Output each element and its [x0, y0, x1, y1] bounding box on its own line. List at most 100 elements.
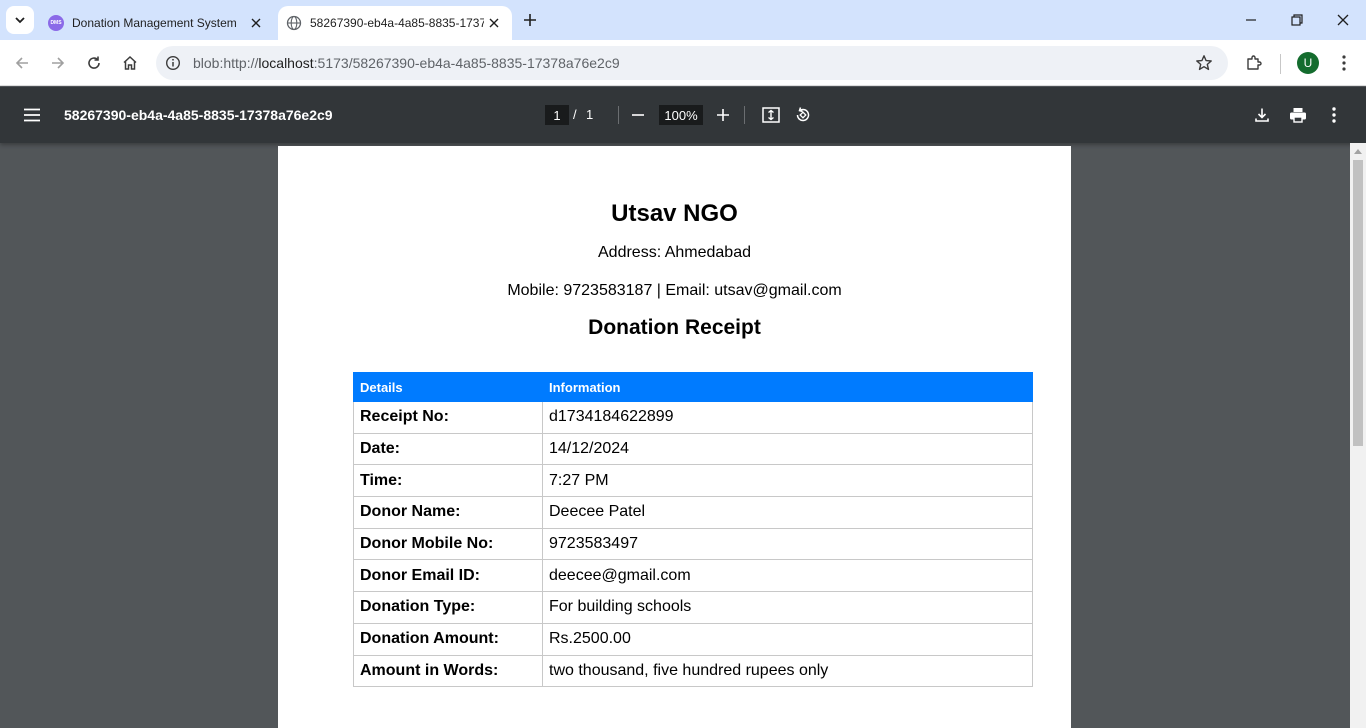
zoom-in-icon: [717, 109, 729, 121]
row-value: Deecee Patel: [542, 496, 1033, 529]
extensions-icon: [1247, 55, 1262, 70]
fit-page-button[interactable]: [757, 101, 785, 129]
scroll-up-arrow-icon: [1354, 149, 1362, 154]
browser-toolbar: blob:http://localhost:5173/58267390-eb4a…: [0, 40, 1366, 86]
scrollbar-thumb[interactable]: [1353, 160, 1363, 446]
row-value: two thousand, five hundred rupees only: [542, 654, 1033, 688]
restore-icon: [1291, 14, 1303, 26]
receipt-title: Donation Receipt: [588, 316, 761, 339]
row-label: Time:: [353, 464, 543, 498]
zoom-in-button[interactable]: [709, 101, 737, 129]
table-row: Receipt No: d1734184622899: [353, 401, 1033, 434]
tab-close-button[interactable]: [484, 13, 504, 33]
organization-contact: Mobile: 9723583187 | Email: utsav@gmail.…: [507, 282, 842, 299]
bookmark-star-icon: [1196, 55, 1212, 71]
fit-page-icon: [762, 107, 780, 123]
reload-icon: [88, 56, 100, 69]
row-value: d1734184622899: [542, 401, 1033, 434]
pdf-page: Utsav NGO Address: Ahmedabad Mobile: 972…: [278, 146, 1071, 728]
dms-favicon-icon: DMS: [48, 15, 64, 31]
restore-button[interactable]: [1274, 0, 1320, 40]
tab-close-button[interactable]: [246, 13, 266, 33]
menu-icon: [24, 108, 40, 122]
site-info-icon: [165, 55, 181, 71]
address-bar[interactable]: blob:http://localhost:5173/58267390-eb4a…: [156, 46, 1228, 80]
tab-title: Donation Management System: [72, 16, 237, 30]
minimize-icon: [1246, 19, 1256, 21]
close-icon: [251, 18, 261, 28]
download-icon: [1255, 108, 1269, 122]
window-close-button[interactable]: [1320, 0, 1366, 40]
pdf-document-title: 58267390-eb4a-4a85-8835-17378a76e2c9: [64, 107, 333, 123]
row-label: Receipt No:: [353, 401, 543, 434]
back-button[interactable]: [6, 47, 38, 79]
row-value: For building schools: [542, 591, 1033, 624]
row-label: Donation Amount:: [353, 622, 543, 656]
forward-icon: [52, 57, 65, 69]
globe-icon: [286, 15, 302, 31]
profile-avatar[interactable]: U: [1297, 52, 1319, 74]
home-icon: [123, 55, 137, 70]
row-label: Date:: [353, 432, 543, 466]
column-header-information: Information: [542, 372, 1033, 402]
back-icon: [15, 57, 28, 69]
vertical-scrollbar[interactable]: [1350, 143, 1366, 728]
table-row: Date: 14/12/2024: [353, 432, 1033, 466]
toolbar-divider: [1280, 54, 1281, 74]
new-tab-icon: [524, 14, 536, 26]
reload-button[interactable]: [78, 47, 110, 79]
new-tab-button[interactable]: [518, 8, 542, 32]
more-vert-icon: [1342, 55, 1346, 71]
print-icon: [1290, 108, 1306, 123]
row-label: Donor Email ID:: [353, 559, 543, 593]
home-button[interactable]: [114, 47, 146, 79]
zoom-level-input[interactable]: 100%: [659, 105, 703, 125]
row-value: 9723583497: [542, 527, 1033, 561]
scroll-up-button[interactable]: [1350, 143, 1366, 159]
row-value: deecee@gmail.com: [542, 559, 1033, 593]
pdf-toolbar-divider: [618, 106, 619, 124]
pdf-more-button[interactable]: [1320, 101, 1348, 129]
organization-address: Address: Ahmedabad: [598, 244, 751, 261]
close-icon: [489, 18, 499, 28]
extensions-button[interactable]: [1238, 47, 1270, 79]
pdf-toolbar-divider: [744, 106, 745, 124]
browser-menu-button[interactable]: [1328, 47, 1360, 79]
tab-donation-management[interactable]: DMS Donation Management System: [40, 6, 274, 40]
row-label: Donor Name:: [353, 496, 543, 529]
zoom-out-button[interactable]: [624, 101, 652, 129]
bookmark-button[interactable]: [1192, 51, 1216, 75]
row-value: 14/12/2024: [542, 432, 1033, 466]
table-row: Donor Email ID: deecee@gmail.com: [353, 559, 1033, 593]
page-number-input[interactable]: 1: [545, 105, 569, 125]
rotate-icon: [796, 107, 810, 122]
download-button[interactable]: [1248, 101, 1276, 129]
column-header-details: Details: [353, 372, 543, 402]
table-row: Donation Amount: Rs.2500.00: [353, 622, 1033, 656]
organization-name: Utsav NGO: [611, 200, 738, 227]
tab-pdf-receipt[interactable]: 58267390-eb4a-4a85-8835-17378a76e2c9: [278, 6, 512, 40]
print-button[interactable]: [1284, 101, 1312, 129]
page-total: 1: [586, 107, 594, 122]
pdf-sidebar-menu-button[interactable]: [18, 101, 46, 129]
site-info-button[interactable]: [160, 50, 186, 76]
window-close-icon: [1337, 14, 1349, 26]
table-row: Amount in Words: two thousand, five hundr…: [353, 654, 1033, 688]
row-label: Donation Type:: [353, 591, 543, 624]
page-separator: /: [573, 107, 577, 122]
url-text: blob:http://localhost:5173/58267390-eb4a…: [193, 55, 620, 71]
tab-search-button[interactable]: [6, 6, 34, 34]
pdf-toolbar: 58267390-eb4a-4a85-8835-17378a76e2c9 1 /…: [0, 87, 1366, 143]
forward-button[interactable]: [42, 47, 74, 79]
rotate-button[interactable]: [789, 101, 817, 129]
table-row: Donor Mobile No: 9723583497: [353, 527, 1033, 561]
table-row: Time: 7:27 PM: [353, 464, 1033, 498]
row-value: Rs.2500.00: [542, 622, 1033, 656]
tab-strip: DMS Donation Management System 58267390-…: [0, 0, 1366, 40]
zoom-out-icon: [632, 114, 644, 116]
more-vert-icon: [1332, 107, 1336, 123]
minimize-button[interactable]: [1228, 0, 1274, 40]
row-label: Donor Mobile No:: [353, 527, 543, 561]
tab-search-icon: [15, 17, 25, 24]
receipt-table: Details Information Receipt No: d17341846…: [353, 372, 1033, 688]
